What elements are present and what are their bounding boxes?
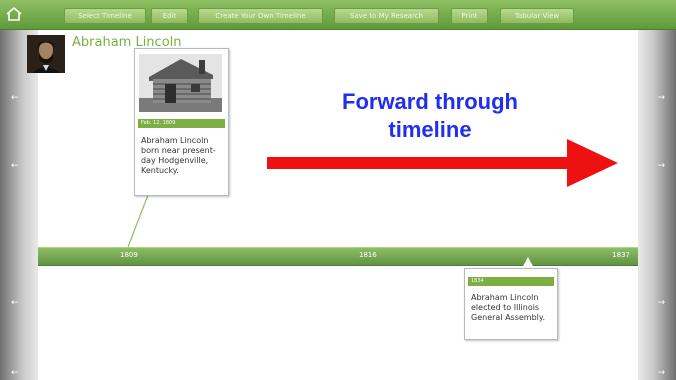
- event-card-1834[interactable]: 1834 Abraham Lincoln elected to Illinois…: [464, 268, 558, 340]
- event-date: Feb. 12, 1809: [138, 119, 225, 128]
- event-date: 1834: [468, 277, 554, 286]
- year-tick-1837: 1837: [612, 251, 630, 259]
- year-tick-1809: 1809: [120, 251, 138, 259]
- arrow-right-icon: [267, 139, 618, 187]
- cabin-photo: [139, 54, 222, 112]
- annotation-line-1: Forward through: [342, 89, 518, 114]
- event-description: Abraham Lincoln born near present-day Ho…: [141, 136, 216, 175]
- event-card-1809[interactable]: Feb. 12, 1809 Abraham Lincoln born near …: [134, 48, 229, 196]
- event-connector-1809: [127, 194, 149, 248]
- year-tick-1816: 1816: [359, 251, 377, 259]
- timeline-notch: [522, 257, 534, 268]
- cabin-image: [139, 54, 222, 112]
- event-description: Abraham Lincoln elected to Illinois Gene…: [471, 293, 546, 322]
- timeline-bar[interactable]: 1809 1816 1837: [38, 247, 638, 266]
